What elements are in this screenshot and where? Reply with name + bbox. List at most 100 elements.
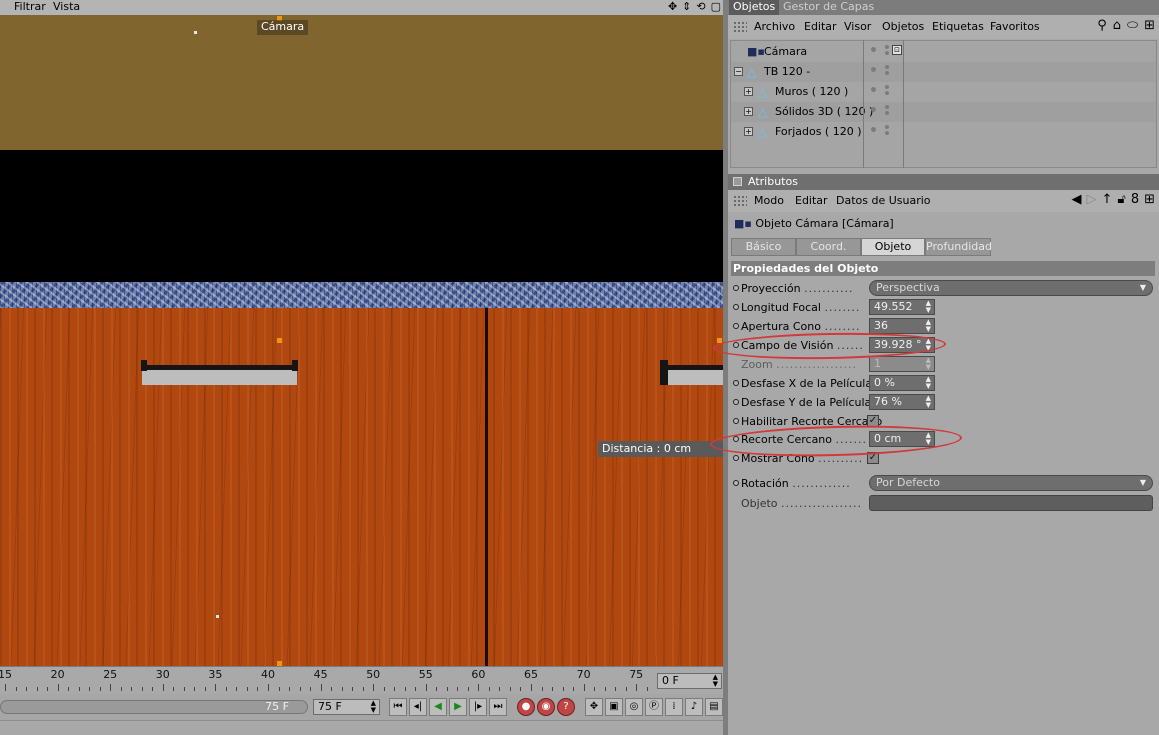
attributes-header[interactable]: Atributos <box>728 174 1159 190</box>
object-name[interactable]: Sólidos 3D ( 120 ) <box>775 102 873 122</box>
play-forward-icon[interactable]: ▶ <box>449 698 467 716</box>
maximize-icon[interactable]: ▢ <box>711 0 721 14</box>
current-frame-field[interactable]: 0 F ▲ ▼ <box>657 673 722 689</box>
proyeccion-dropdown[interactable]: Perspectiva ▼ <box>869 280 1153 296</box>
render-dot-icon[interactable] <box>885 85 889 89</box>
column-divider[interactable] <box>863 40 864 168</box>
animation-dot-icon[interactable] <box>733 418 739 424</box>
next-key-icon[interactable]: |▸ <box>469 698 487 716</box>
object-list[interactable]: ■▪ Cámara − △ TB 120 - + △ Muros ( 120 )… <box>730 40 1157 168</box>
sound-icon[interactable]: ♪ <box>685 698 703 716</box>
render-dot-icon[interactable] <box>885 125 889 129</box>
object-row-camara[interactable]: ■▪ Cámara <box>731 42 1156 62</box>
lock-icon[interactable]: 🔓︎ <box>1117 193 1125 207</box>
desfase-y-field[interactable]: 76 % ▲ ▼ <box>869 394 935 410</box>
render-dot-icon[interactable] <box>885 131 889 135</box>
menu-visor[interactable]: Visor <box>844 15 871 39</box>
up-arrow-icon[interactable]: ↑ <box>1101 193 1112 207</box>
object-row-muros[interactable]: + △ Muros ( 120 ) <box>731 82 1156 102</box>
spinner-icon[interactable]: ▲ ▼ <box>926 319 931 333</box>
doc-icon[interactable]: ▤ <box>705 698 723 716</box>
scale-key-icon[interactable]: ▣ <box>605 698 623 716</box>
tab-objeto[interactable]: Objeto <box>861 238 925 256</box>
animation-dot-icon[interactable] <box>733 380 739 386</box>
animation-dot-icon[interactable] <box>733 399 739 405</box>
objeto-link-field[interactable] <box>869 495 1153 511</box>
menu-filtrar[interactable]: Filtrar <box>14 0 46 14</box>
grip-icon[interactable] <box>733 195 747 207</box>
object-name[interactable]: Forjados ( 120 ) <box>775 122 862 142</box>
rotate-key-icon[interactable]: ◎ <box>625 698 643 716</box>
forward-arrow-icon[interactable]: ▷ <box>1086 193 1096 207</box>
range-slider[interactable]: 75 F <box>0 700 308 714</box>
timeline-ruler[interactable]: 15 20 25 30 35 40 45 50 55 60 65 70 75 <box>0 666 650 694</box>
camera-tag-icon[interactable]: ⊡ <box>892 45 902 55</box>
object-row-tb120[interactable]: − △ TB 120 - <box>731 62 1156 82</box>
animation-dot-icon[interactable] <box>733 304 739 310</box>
move-icon[interactable]: ✥ <box>668 0 677 14</box>
camera-handle-marker[interactable] <box>277 338 282 343</box>
object-name[interactable]: Cámara <box>764 42 807 62</box>
end-frame-field[interactable]: 75 F ▲ ▼ <box>313 699 380 715</box>
tab-profundidad[interactable]: Profundidad <box>925 238 992 256</box>
desfase-x-field[interactable]: 0 % ▲ ▼ <box>869 375 935 391</box>
menu-archivo[interactable]: Archivo <box>754 15 795 39</box>
back-arrow-icon[interactable]: ◀ <box>1071 193 1081 207</box>
menu-objetos[interactable]: Objetos <box>882 15 924 39</box>
animation-dot-icon[interactable] <box>733 455 739 461</box>
auto-key-icon[interactable]: ◉ <box>537 698 555 716</box>
visibility-dot-icon[interactable] <box>871 47 876 52</box>
visibility-dot-icon[interactable] <box>871 67 876 72</box>
spinner-icon[interactable]: ▲ ▼ <box>926 300 931 314</box>
spinner-icon[interactable]: ▲ ▼ <box>713 674 718 688</box>
param-key-icon[interactable]: Ⓟ <box>645 698 663 716</box>
spinner-icon[interactable]: ▲ ▼ <box>926 376 931 390</box>
tab-basico[interactable]: Básico <box>731 238 796 256</box>
key-help-icon[interactable]: ? <box>557 698 575 716</box>
tab-objetos[interactable]: Objetos <box>729 0 780 15</box>
render-dot-icon[interactable] <box>885 91 889 95</box>
scale-icon[interactable]: ⇕ <box>682 0 691 14</box>
menu-vista[interactable]: Vista <box>53 0 80 14</box>
menu-modo[interactable]: Modo <box>754 190 784 212</box>
apertura-cono-field[interactable]: 36 ▲ ▼ <box>869 318 935 334</box>
link-icon[interactable]: 8 <box>1131 193 1139 207</box>
record-icon[interactable]: ● <box>517 698 535 716</box>
go-to-end-icon[interactable]: ⏭ <box>489 698 507 716</box>
render-dot-icon[interactable] <box>885 105 889 109</box>
move-key-icon[interactable]: ✥ <box>585 698 603 716</box>
menu-etiquetas[interactable]: Etiquetas <box>932 15 984 39</box>
visibility-dot-icon[interactable] <box>871 127 876 132</box>
animation-dot-icon[interactable] <box>733 285 739 291</box>
home-icon[interactable]: ⌂ <box>1113 19 1121 33</box>
visibility-dot-icon[interactable] <box>871 87 876 92</box>
spinner-icon[interactable]: ▲ ▼ <box>926 395 931 409</box>
menu-favoritos[interactable]: Favoritos <box>990 15 1040 39</box>
search-icon[interactable]: ⚲ <box>1097 19 1107 33</box>
play-backward-icon[interactable]: ◀ <box>429 698 447 716</box>
object-name[interactable]: Muros ( 120 ) <box>775 82 848 102</box>
object-row-solidos[interactable]: + △ Sólidos 3D ( 120 ) <box>731 102 1156 122</box>
column-divider[interactable] <box>903 40 904 168</box>
render-dot-icon[interactable] <box>885 65 889 69</box>
expand-icon[interactable]: + <box>744 107 753 116</box>
visibility-dot-icon[interactable] <box>871 107 876 112</box>
animation-dot-icon[interactable] <box>733 480 739 486</box>
render-dot-icon[interactable] <box>885 51 889 55</box>
grip-icon[interactable] <box>733 21 747 33</box>
go-to-start-icon[interactable]: ⏮ <box>389 698 407 716</box>
eye-icon[interactable]: ⬭ <box>1127 19 1138 33</box>
new-panel-icon[interactable]: ⊞ <box>1144 193 1155 207</box>
previous-key-icon[interactable]: ◂| <box>409 698 427 716</box>
point-level-icon[interactable]: ⁞ <box>665 698 683 716</box>
longitud-focal-field[interactable]: 49.552 ▲ ▼ <box>869 299 935 315</box>
render-dot-icon[interactable] <box>885 111 889 115</box>
animation-dot-icon[interactable] <box>733 323 739 329</box>
collapse-icon[interactable]: − <box>734 67 743 76</box>
rotacion-dropdown[interactable]: Por Defecto ▼ <box>869 475 1153 491</box>
rotate-icon[interactable]: ⟲ <box>696 0 705 14</box>
panel-square-icon[interactable] <box>733 177 742 186</box>
expand-icon[interactable]: + <box>744 87 753 96</box>
tab-gestor-de-capas[interactable]: Gestor de Capas <box>779 0 878 15</box>
render-dot-icon[interactable] <box>885 45 889 49</box>
